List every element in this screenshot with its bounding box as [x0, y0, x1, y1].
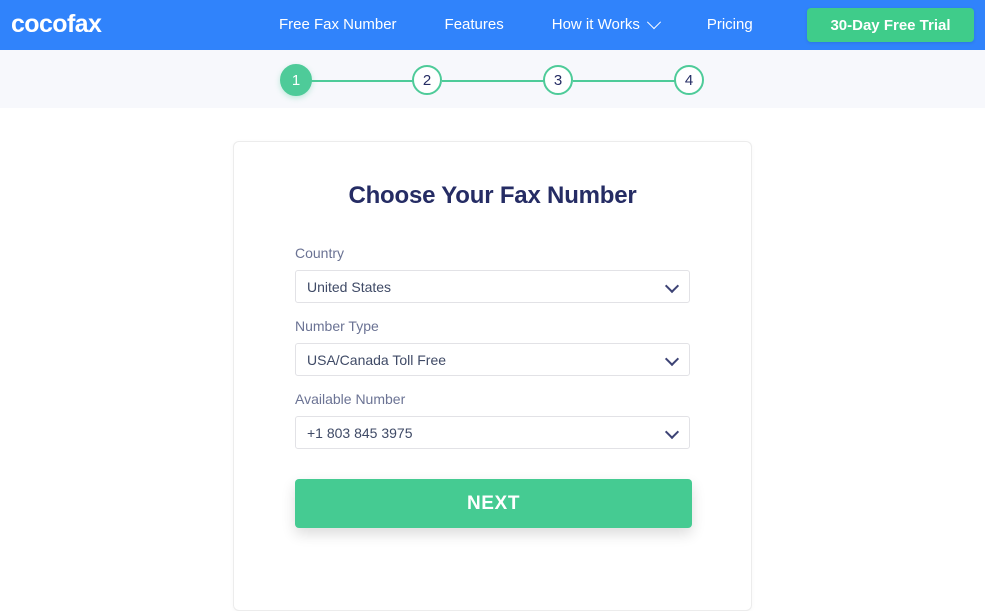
field-country: Country United States — [295, 245, 690, 303]
field-available-number: Available Number +1 803 845 3975 — [295, 391, 690, 449]
stepper-connector-2-3 — [442, 80, 558, 82]
free-trial-button[interactable]: 30-Day Free Trial — [807, 8, 974, 42]
top-navbar: cocofax Free Fax Number Features How it … — [0, 0, 985, 50]
nav-item-free-fax-number[interactable]: Free Fax Number — [255, 0, 421, 50]
nav-item-features[interactable]: Features — [421, 0, 528, 50]
page-title: Choose Your Fax Number — [348, 182, 637, 209]
country-label: Country — [295, 245, 345, 261]
number-type-select[interactable]: USA/Canada Toll Free — [295, 343, 690, 376]
fax-number-form: Country United States Number Type USA/Ca… — [234, 245, 751, 449]
available-number-label: Available Number — [295, 391, 406, 407]
stepper-connector-3-4 — [573, 80, 689, 82]
available-number-select-wrap: +1 803 845 3975 — [295, 416, 690, 449]
number-type-select-wrap: USA/Canada Toll Free — [295, 343, 690, 376]
nav-item-label: How it Works — [551, 16, 640, 33]
number-type-label: Number Type — [295, 318, 379, 334]
next-button[interactable]: NEXT — [295, 479, 692, 528]
nav-item-label: Features — [444, 16, 504, 33]
stepper-connector-1-2 — [311, 80, 427, 82]
available-number-select[interactable]: +1 803 845 3975 — [295, 416, 690, 449]
fax-number-card: Choose Your Fax Number Country United St… — [233, 141, 752, 611]
cocofax-logo[interactable]: cocofax — [11, 9, 102, 39]
nav-item-pricing[interactable]: Pricing — [683, 0, 777, 50]
country-select[interactable]: United States — [295, 270, 690, 303]
nav-item-label: Pricing — [706, 16, 753, 33]
progress-stepper: 1 2 3 4 — [280, 50, 705, 108]
progress-stepper-band: 1 2 3 4 — [0, 50, 985, 108]
nav-links: Free Fax Number Features How it Works Pr… — [255, 0, 777, 50]
chevron-down-icon — [646, 15, 661, 30]
page-body: Choose Your Fax Number Country United St… — [0, 108, 985, 611]
stepper-step-1[interactable]: 1 — [280, 64, 312, 96]
stepper-step-3[interactable]: 3 — [543, 65, 573, 95]
country-select-wrap: United States — [295, 270, 690, 303]
field-number-type: Number Type USA/Canada Toll Free — [295, 318, 690, 376]
nav-item-how-it-works[interactable]: How it Works — [528, 0, 683, 50]
stepper-step-2[interactable]: 2 — [412, 65, 442, 95]
stepper-step-4[interactable]: 4 — [674, 65, 704, 95]
nav-item-label: Free Fax Number — [279, 16, 397, 33]
